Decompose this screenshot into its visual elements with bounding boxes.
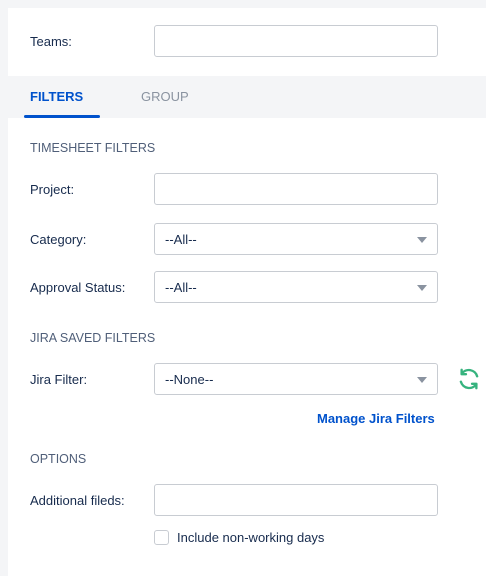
active-tab-indicator <box>24 115 100 118</box>
report-config-panel: Teams: FILTERS GROUP TIMESHEET FILTERS P… <box>8 8 486 576</box>
tab-filters[interactable]: FILTERS <box>30 89 83 104</box>
additional-fields-label: Additional fileds: <box>30 492 125 508</box>
jira-saved-filters-heading: JIRA SAVED FILTERS <box>30 331 156 345</box>
category-select-value: --All-- <box>165 231 197 247</box>
project-label: Project: <box>30 181 75 197</box>
approval-status-select[interactable]: --All-- <box>154 271 438 303</box>
teams-label: Teams: <box>30 33 72 49</box>
include-non-working-days-checkbox[interactable] <box>154 530 169 545</box>
options-heading: OPTIONS <box>30 452 87 466</box>
timesheet-filters-heading: TIMESHEET FILTERS <box>30 141 156 155</box>
approval-status-select-value: --All-- <box>165 279 197 295</box>
approval-status-label: Approval Status: <box>30 279 126 295</box>
refresh-icon[interactable] <box>456 366 482 392</box>
teams-input[interactable] <box>154 25 438 57</box>
jira-filter-label: Jira Filter: <box>30 371 88 387</box>
include-non-working-days-option[interactable]: Include non-working days <box>154 530 324 545</box>
tab-bar: FILTERS GROUP <box>8 76 486 118</box>
manage-jira-filters-link[interactable]: Manage Jira Filters <box>317 411 435 426</box>
include-non-working-days-label: Include non-working days <box>177 530 325 545</box>
jira-filter-select[interactable]: --None-- <box>154 363 438 395</box>
additional-fields-input[interactable] <box>154 484 438 516</box>
category-label: Category: <box>30 231 87 247</box>
jira-filter-select-value: --None-- <box>165 371 214 387</box>
project-input[interactable] <box>154 173 438 205</box>
tab-group[interactable]: GROUP <box>141 89 189 104</box>
category-select[interactable]: --All-- <box>154 223 438 255</box>
